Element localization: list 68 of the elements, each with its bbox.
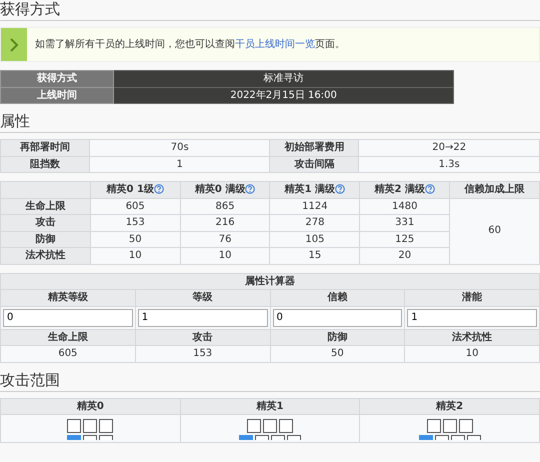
header-cell: 精英2 (360, 398, 540, 414)
header-cell: 法术抗性 (0, 248, 90, 264)
table-cell: 125 (360, 231, 450, 248)
table-cell: 10 (90, 248, 180, 264)
table-cell: 1 (89, 156, 270, 172)
header-cell: 信赖加成上限 (450, 182, 540, 198)
table-cell: 60 (450, 198, 540, 264)
table-cell: 2022年2月15日 16:00 (114, 87, 454, 104)
table-cell: 216 (180, 214, 270, 231)
table-cell: 10 (180, 248, 270, 264)
header-cell: 攻击 (0, 214, 90, 231)
header-cell: 信赖 (270, 290, 405, 306)
table-cell: 20 (360, 248, 450, 264)
help-icon[interactable] (154, 184, 164, 194)
header-cell: 精英1 满级 (270, 182, 360, 198)
input-field[interactable]: 0 (272, 308, 402, 326)
header-cell: 再部署时间 (0, 140, 90, 156)
input-field[interactable]: 1 (138, 308, 268, 326)
table-cell: 1480 (360, 198, 450, 214)
header-cell: 生命上限 (0, 329, 136, 346)
header-cell: 初始部署费用 (270, 140, 359, 156)
header-cell: 精英等级 (0, 290, 136, 306)
header-cell: 上线时间 (0, 87, 114, 104)
table-cell: 105 (270, 231, 360, 248)
header-cell: 阻挡数 (0, 156, 90, 172)
header-cell: 精英0 满级 (180, 182, 270, 198)
table-cell: 标准寻访 (114, 70, 454, 87)
header-cell: 精英0 (0, 398, 180, 414)
header-cell: 防御 (0, 231, 90, 248)
chevron-icon (9, 36, 19, 52)
table-cell: 278 (270, 214, 360, 231)
header-cell: 潜能 (404, 290, 540, 306)
header-cell: 法术抗性 (404, 329, 540, 346)
table-cell: 20→22 (358, 140, 540, 156)
table-cell: 15 (270, 248, 360, 264)
header-cell: 获得方式 (0, 70, 114, 87)
header-cell: 精英1 (180, 398, 360, 414)
header-cell: 精英0 1级 (90, 182, 180, 198)
help-icon[interactable] (424, 184, 435, 194)
section-heading: 获得方式 (0, 0, 540, 21)
help-icon[interactable] (245, 184, 256, 194)
header-cell: 等级 (135, 290, 270, 306)
table-cell: 153 (135, 346, 270, 362)
section-heading: 属性 (0, 112, 540, 133)
table-cell: 1.3s (358, 156, 540, 172)
header-cell: 防御 (270, 329, 405, 346)
notice-text: 如需了解所有干员的上线时间，您也可以查阅干员上线时间一览页面。 (34, 38, 346, 52)
help-icon[interactable] (335, 184, 346, 194)
table-cell: 76 (180, 231, 270, 248)
header-cell: 精英2 满级 (360, 182, 450, 198)
header-cell: 生命上限 (0, 198, 90, 214)
table-cell: 50 (270, 346, 405, 362)
input-field[interactable]: 1 (407, 308, 537, 326)
header-cell: 攻击 (135, 329, 270, 346)
timeline-link[interactable]: 干员上线时间一览 (235, 39, 315, 50)
table-cell: 331 (360, 214, 450, 231)
table-cell: 1124 (270, 198, 360, 214)
input-field[interactable]: 0 (3, 308, 133, 326)
table-cell: 153 (90, 214, 180, 231)
section-heading: 攻击范围 (0, 370, 540, 392)
table-cell: 605 (0, 346, 136, 362)
header-cell: 攻击间隔 (270, 156, 359, 172)
table-cell: 605 (90, 198, 180, 214)
table-cell: 865 (180, 198, 270, 214)
table-cell: 10 (404, 346, 540, 362)
table-cell: 50 (90, 231, 180, 248)
table-title: 属性计算器 (0, 273, 540, 290)
table-cell: 70s (89, 140, 270, 156)
